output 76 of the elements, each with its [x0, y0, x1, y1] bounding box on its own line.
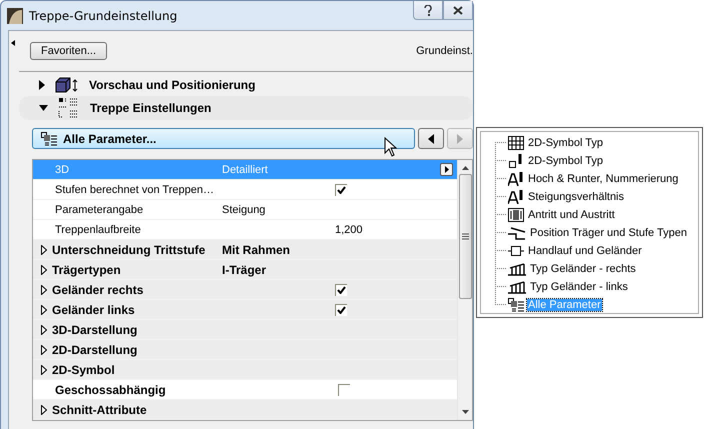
railing-box-icon	[508, 244, 524, 258]
parameter-row[interactable]: 2D-Symbol	[33, 360, 457, 380]
parameter-name: 2D-Symbol	[52, 362, 116, 376]
parameter-row[interactable]: 3D-Darstellung	[33, 320, 457, 340]
parameter-row[interactable]: Geländer rechts	[33, 280, 457, 300]
close-icon	[453, 6, 463, 14]
previous-page-button[interactable]	[418, 128, 444, 149]
preset-name: Grundeinst.	[416, 45, 473, 57]
parameter-row[interactable]: 2D-Darstellung	[33, 340, 457, 360]
menu-item[interactable]: Typ Geländer - links	[529, 281, 629, 293]
parameter-name: Stufen berechnet von Treppen…	[55, 184, 215, 196]
parameter-name: 3D-Darstellung	[52, 322, 138, 336]
parameter-name: Geschossabhängig	[55, 382, 167, 396]
letter-pen-icon	[508, 172, 524, 186]
cube-icon	[55, 77, 79, 93]
parameter-row[interactable]: Trägertypen I-Träger	[33, 260, 457, 280]
menu-item[interactable]: Handlauf und Geländer	[527, 245, 643, 257]
app-logo-icon	[7, 8, 23, 24]
grip-icon	[462, 233, 468, 240]
panel-section-header[interactable]: Treppe Einstellungen	[19, 96, 473, 120]
list-icon	[41, 132, 57, 146]
collapse-panel-icon[interactable]	[11, 40, 15, 46]
menu-item[interactable]: Hoch & Runter, Nummerierung	[527, 173, 680, 185]
menu-item[interactable]: Typ Geländer - rechts	[529, 263, 637, 275]
right-arrow-icon	[457, 134, 463, 144]
parameter-value: 1,200	[335, 224, 363, 236]
parameter-name: Unterschneidung Trittstufe	[52, 242, 206, 256]
menu-item[interactable]: Steigungsverhältnis	[527, 191, 626, 203]
parameter-name: 3D	[55, 164, 70, 176]
parameter-name: Treppenlaufbreite	[55, 224, 142, 236]
parameter-name: Geländer links	[52, 302, 136, 316]
menu-item[interactable]: 2D-Symbol Typ	[527, 137, 604, 149]
settings-list-icon	[58, 97, 80, 119]
letter-pen-icon	[508, 190, 524, 204]
panel-section-header[interactable]: Vorschau und Positionierung	[19, 76, 473, 94]
caret-icon	[444, 166, 448, 173]
menu-item[interactable]: Position Träger und Stufe Typen	[529, 227, 688, 239]
door-frame-icon	[508, 208, 524, 222]
pen-square-icon	[508, 154, 524, 168]
grid-symbol-icon	[508, 136, 524, 150]
parameter-value: Detailliert	[222, 164, 268, 176]
parameter-name: 2D-Darstellung	[52, 342, 138, 356]
fence-icon	[508, 280, 526, 294]
parameter-value: Steigung	[222, 204, 266, 216]
fence-icon	[508, 262, 526, 276]
collapse-arrow-icon[interactable]	[39, 105, 48, 111]
parameter-name: Geländer rechts	[52, 282, 144, 296]
parameter-row[interactable]: Geländer links	[33, 300, 457, 320]
parameter-name: Schnitt-Attribute	[52, 402, 148, 416]
checkbox[interactable]	[335, 284, 347, 296]
parameter-row[interactable]: Schnitt-Attribute	[33, 400, 457, 420]
menu-item[interactable]: Antritt und Austritt	[527, 209, 616, 221]
window-title: Treppe-Grundeinstellung	[29, 8, 178, 22]
favorites-button[interactable]: Favoriten...	[30, 42, 108, 60]
page-selector[interactable]: Alle Parameter...	[32, 128, 415, 149]
scroll-up-icon[interactable]	[462, 166, 468, 170]
expand-arrow-icon[interactable]	[41, 404, 47, 414]
parameter-name: Parameterangabe	[55, 204, 144, 216]
scrollbar[interactable]	[457, 160, 472, 420]
parameter-name: Trägertypen	[52, 262, 122, 276]
checkbox[interactable]	[335, 304, 347, 316]
expand-arrow-icon[interactable]	[39, 80, 45, 90]
help-icon	[424, 4, 432, 16]
checkbox[interactable]	[335, 184, 347, 196]
dropdown-button[interactable]	[440, 163, 453, 176]
parameter-row[interactable]: Unterschneidung Trittstufe Mit Rahmen	[33, 240, 457, 260]
scroll-down-icon[interactable]	[462, 410, 468, 414]
left-arrow-icon	[428, 134, 434, 144]
menu-item[interactable]: 2D-Symbol Typ	[527, 155, 604, 167]
parameter-value: I-Träger	[222, 262, 266, 276]
list-icon	[508, 298, 524, 312]
stair-step-icon	[508, 226, 526, 240]
help-button[interactable]	[413, 1, 443, 20]
parameter-value: Mit Rahmen	[222, 242, 290, 256]
close-button[interactable]	[443, 1, 473, 20]
mouse-cursor-icon	[384, 137, 398, 157]
